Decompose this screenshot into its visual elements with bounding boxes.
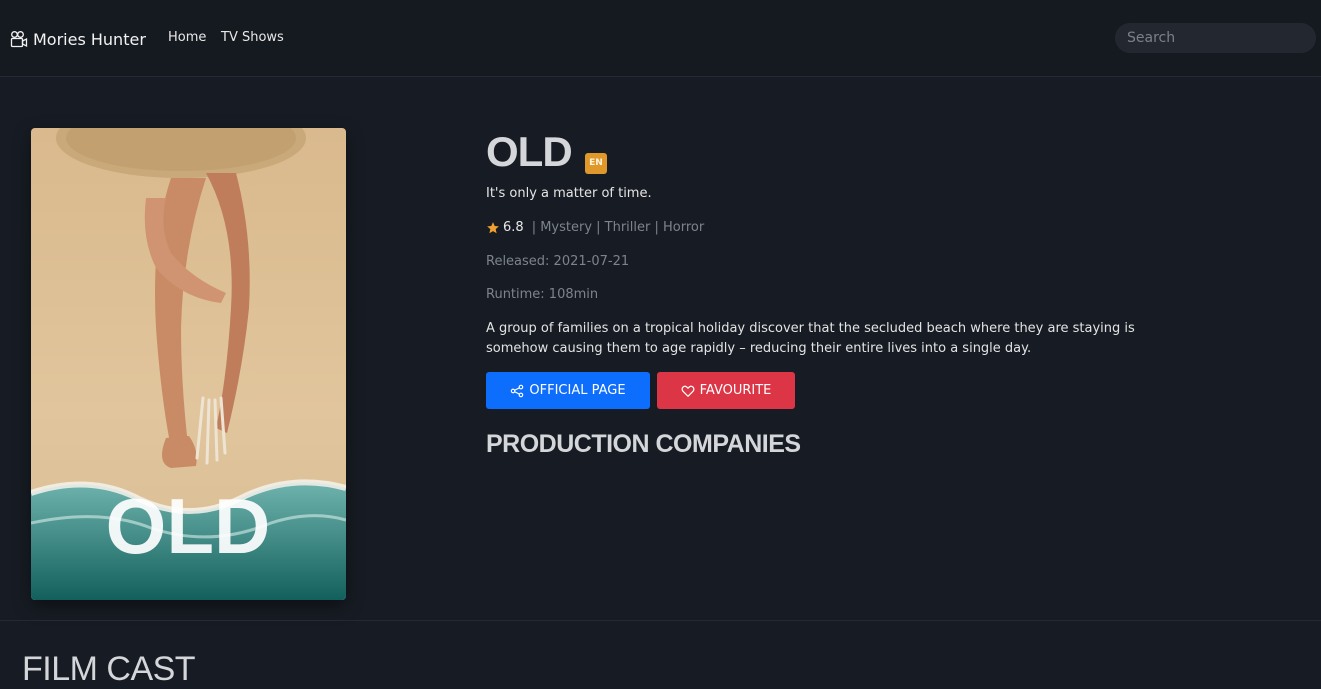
film-cast-heading: FILM CAST (22, 650, 196, 688)
navbar: Mories Hunter Home TV Shows (0, 0, 1321, 77)
star-icon (487, 221, 499, 233)
official-page-label: OFFICIAL PAGE (529, 383, 626, 398)
rating-value: 6.8 (503, 220, 524, 235)
nav-link-home[interactable]: Home (168, 30, 206, 45)
brand-name: Mories Hunter (33, 29, 146, 49)
language-badge: EN (585, 153, 607, 174)
runtime: Runtime: 108min (486, 287, 599, 302)
poster-image: OLD (31, 128, 346, 600)
heart-icon (681, 385, 695, 397)
release-date: Released: 2021-07-21 (486, 254, 630, 269)
movie-tagline: It's only a matter of time. (486, 186, 652, 201)
official-page-button[interactable]: OFFICIAL PAGE (486, 372, 650, 409)
production-companies-heading: PRODUCTION COMPANIES (486, 430, 801, 458)
camera-reels-icon (10, 31, 28, 48)
favourite-button[interactable]: FAVOURITE (657, 372, 795, 409)
genre-list: | Mystery | Thriller | Horror (531, 220, 705, 235)
section-divider (0, 620, 1321, 621)
movie-poster: OLD (31, 128, 346, 600)
movie-title: OLD (486, 128, 573, 175)
rating-row: 6.8 | Mystery | Thriller | Horror (486, 220, 704, 235)
brand-link[interactable]: Mories Hunter (10, 28, 146, 50)
poster-title: OLD (106, 482, 271, 570)
nav-link-tv-shows[interactable]: TV Shows (221, 30, 284, 45)
movie-overview: A group of families on a tropical holida… (486, 321, 1135, 356)
share-icon (511, 384, 524, 397)
favourite-label: FAVOURITE (699, 383, 772, 398)
search-input[interactable] (1115, 23, 1316, 53)
